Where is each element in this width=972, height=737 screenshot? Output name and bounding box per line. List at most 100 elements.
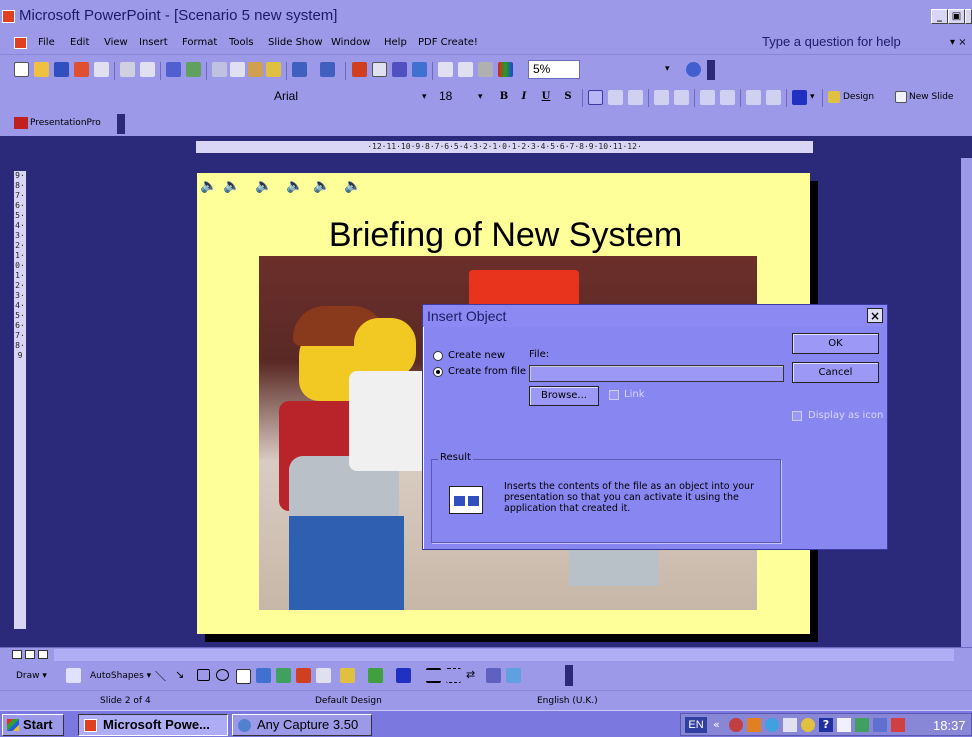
- sound-icon[interactable]: 🔈: [255, 178, 272, 194]
- create-from-file-radio[interactable]: [433, 367, 443, 377]
- format-painter-icon[interactable]: [266, 62, 281, 77]
- new-slide-button[interactable]: New Slide: [909, 92, 953, 102]
- align-center-icon[interactable]: [608, 90, 623, 105]
- tray-expand-icon[interactable]: «: [713, 718, 720, 731]
- permission-icon[interactable]: [74, 62, 89, 77]
- menu-pdf-create[interactable]: PDF Create!: [418, 37, 478, 48]
- tray-app-icon[interactable]: [729, 718, 743, 732]
- insert-chart-icon[interactable]: [352, 62, 367, 77]
- tray-app-icon[interactable]: [855, 718, 869, 732]
- display-as-icon-label[interactable]: Display as icon: [808, 410, 883, 421]
- font-size-dropdown-arrow[interactable]: ▾: [478, 92, 483, 102]
- draw-menu[interactable]: Draw ▾: [16, 671, 47, 681]
- restore-button[interactable]: ▣: [948, 9, 965, 24]
- menu-format[interactable]: Format: [182, 37, 217, 48]
- help-dropdown-arrow[interactable]: ▾ ×: [950, 37, 967, 48]
- redo-icon[interactable]: [320, 62, 335, 77]
- link-checkbox[interactable]: [609, 390, 619, 400]
- create-new-radio[interactable]: [433, 351, 443, 361]
- align-right-icon[interactable]: [628, 90, 643, 105]
- wordart-icon[interactable]: [256, 668, 271, 683]
- fill-color-icon[interactable]: [340, 668, 355, 683]
- align-left-icon[interactable]: [588, 90, 603, 105]
- slide-show-view-icon[interactable]: [38, 650, 48, 659]
- zoom-combo[interactable]: 5%: [528, 60, 580, 79]
- italic-button[interactable]: I: [517, 90, 531, 104]
- paste-icon[interactable]: [248, 62, 263, 77]
- tray-app-icon[interactable]: [801, 718, 815, 732]
- decrease-indent-icon[interactable]: [746, 90, 761, 105]
- text-box-icon[interactable]: [236, 669, 251, 684]
- close-button[interactable]: [965, 9, 972, 24]
- insert-picture-icon[interactable]: [316, 668, 331, 683]
- increase-indent-icon[interactable]: [766, 90, 781, 105]
- line-style-icon[interactable]: [426, 668, 441, 683]
- toolbar-options-handle[interactable]: [565, 665, 573, 686]
- shadow-button[interactable]: S: [561, 90, 575, 104]
- help-search-input[interactable]: Type a question for help: [762, 34, 901, 49]
- browse-button[interactable]: Browse...: [529, 386, 599, 406]
- sound-icon[interactable]: 🔈: [286, 178, 303, 194]
- select-objects-icon[interactable]: [66, 668, 81, 683]
- tray-network-icon[interactable]: [891, 718, 905, 732]
- new-slide-icon[interactable]: [895, 91, 907, 103]
- font-combo[interactable]: Arial: [270, 88, 422, 107]
- document-icon[interactable]: [14, 37, 27, 49]
- print-icon[interactable]: [120, 62, 135, 77]
- menu-slide-show[interactable]: Slide Show: [268, 37, 323, 48]
- create-from-file-label[interactable]: Create from file: [448, 366, 526, 377]
- autoshapes-menu[interactable]: AutoShapes ▾: [90, 671, 151, 681]
- dialog-title-bar[interactable]: Insert Object ×: [423, 305, 887, 327]
- insert-table-icon[interactable]: [372, 62, 387, 77]
- tray-app-icon[interactable]: [765, 718, 779, 732]
- clip-art-icon[interactable]: [296, 668, 311, 683]
- tray-app-icon[interactable]: [837, 718, 851, 732]
- line-icon[interactable]: ＼: [155, 668, 170, 683]
- taskbar-powerpoint[interactable]: Microsoft Powe...: [78, 714, 228, 736]
- font-color-icon[interactable]: [792, 90, 807, 105]
- decrease-font-size-icon[interactable]: [720, 90, 735, 105]
- spelling-icon[interactable]: [166, 62, 181, 77]
- bullets-icon[interactable]: [674, 90, 689, 105]
- new-icon[interactable]: [14, 62, 29, 77]
- research-icon[interactable]: [186, 62, 201, 77]
- presentationpro-button[interactable]: PresentationPro: [30, 118, 101, 128]
- open-icon[interactable]: [34, 62, 49, 77]
- diagram-icon[interactable]: [276, 668, 291, 683]
- file-path-input[interactable]: [529, 365, 784, 382]
- sound-icon[interactable]: 🔈: [200, 178, 217, 194]
- display-as-icon-checkbox[interactable]: [792, 411, 802, 421]
- tray-app-icon[interactable]: [747, 718, 761, 732]
- drawing-font-color-icon[interactable]: [396, 668, 411, 683]
- clock[interactable]: 18:37: [933, 718, 966, 733]
- normal-view-icon[interactable]: [12, 650, 22, 659]
- arrow-style-icon[interactable]: ⇄: [466, 668, 481, 683]
- font-size-combo[interactable]: 18: [435, 88, 483, 107]
- cut-icon[interactable]: [212, 62, 227, 77]
- vertical-scrollbar[interactable]: [961, 158, 972, 647]
- cancel-button[interactable]: Cancel: [792, 362, 879, 383]
- arrow-icon[interactable]: ↘: [175, 668, 190, 683]
- line-color-icon[interactable]: [368, 668, 383, 683]
- language-indicator[interactable]: EN: [685, 717, 707, 733]
- print-preview-icon[interactable]: [140, 62, 155, 77]
- design-icon[interactable]: [828, 91, 840, 103]
- menu-window[interactable]: Window: [331, 37, 370, 48]
- increase-font-size-icon[interactable]: [700, 90, 715, 105]
- sound-icon[interactable]: 🔈: [313, 178, 330, 194]
- powerpoint-app-icon[interactable]: [2, 10, 15, 23]
- help-icon[interactable]: [686, 62, 701, 77]
- oval-icon[interactable]: [216, 669, 229, 681]
- design-button[interactable]: Design: [843, 92, 874, 102]
- font-color-dropdown-arrow[interactable]: ▾: [810, 92, 815, 102]
- dialog-close-button[interactable]: ×: [867, 308, 883, 323]
- horizontal-scrollbar[interactable]: [54, 649, 954, 661]
- menu-file[interactable]: File: [38, 37, 55, 48]
- font-dropdown-arrow[interactable]: ▾: [422, 92, 427, 102]
- undo-icon[interactable]: [292, 62, 307, 77]
- grayscale-icon[interactable]: [478, 62, 493, 77]
- show-formatting-icon[interactable]: [458, 62, 473, 77]
- color-icon[interactable]: [498, 62, 513, 77]
- shadow-style-icon[interactable]: [486, 668, 501, 683]
- start-button[interactable]: Start: [2, 714, 64, 736]
